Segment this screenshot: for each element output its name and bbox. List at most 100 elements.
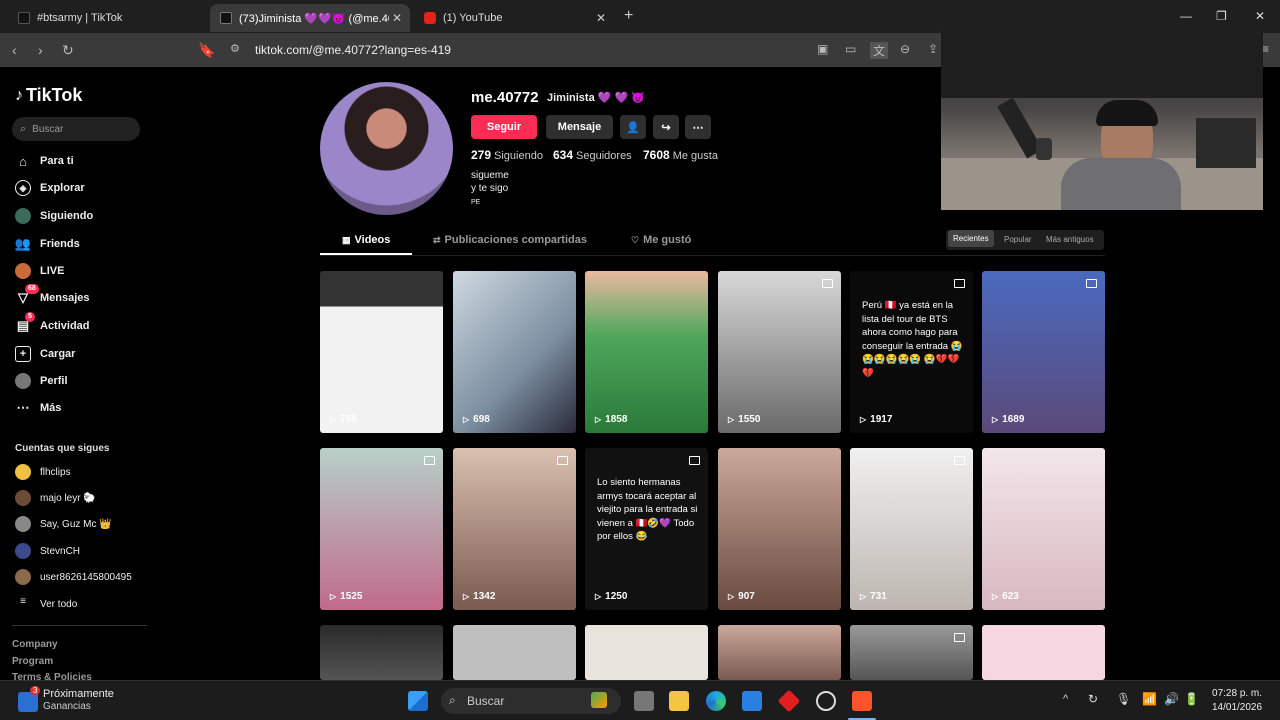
- more-options-icon[interactable]: ⋯: [685, 115, 711, 139]
- tiktok-logo[interactable]: ♪ TikTok: [15, 85, 82, 106]
- video-thumbnail[interactable]: [982, 625, 1105, 680]
- view-count: ▷ 698: [463, 414, 490, 425]
- microphone-icon[interactable]: 🎙: [1116, 692, 1131, 706]
- sidebar-item-friends[interactable]: 👥 Friends: [15, 234, 80, 254]
- windows-start-icon[interactable]: [408, 691, 428, 711]
- url-field[interactable]: tiktok.com/@me.40772?lang=es-419: [255, 43, 451, 57]
- sort-recent[interactable]: Recientes: [948, 230, 994, 247]
- tray-chevron-icon[interactable]: ^: [1063, 693, 1068, 705]
- followed-account[interactable]: StevnCH: [15, 542, 80, 560]
- minimize-button[interactable]: —: [1180, 9, 1192, 23]
- video-thumbnail[interactable]: [453, 625, 576, 680]
- video-thumbnail[interactable]: [718, 625, 841, 680]
- sidebar-item-siguiendo[interactable]: Siguiendo: [15, 206, 93, 226]
- see-all-link[interactable]: ≡ Ver todo: [15, 595, 77, 613]
- window-close-button[interactable]: ✕: [1255, 9, 1265, 23]
- brave-browser-icon[interactable]: [852, 691, 872, 711]
- sidebar-item-live[interactable]: LIVE: [15, 261, 64, 281]
- stat-value: 279: [471, 148, 492, 162]
- video-thumbnail[interactable]: [850, 625, 973, 680]
- close-tab-icon[interactable]: ✕: [392, 11, 402, 25]
- bio-line: sigueme: [471, 170, 509, 181]
- sidebar-item-perfil[interactable]: Perfil: [15, 371, 68, 391]
- sidebar-item-label: Mensajes: [40, 292, 90, 304]
- share-icon[interactable]: ⇪: [928, 42, 938, 56]
- sidebar-item-label: Siguiendo: [40, 210, 94, 222]
- view-count: ▷ 1689: [992, 414, 1024, 425]
- footer-link-program[interactable]: Program: [12, 656, 53, 667]
- video-thumbnail[interactable]: [585, 625, 708, 680]
- task-view-icon[interactable]: [634, 691, 654, 711]
- store-icon[interactable]: [742, 691, 762, 711]
- site-settings-icon[interactable]: ⚙: [230, 42, 240, 55]
- sidebar-item-explorar[interactable]: ◈ Explorar: [15, 178, 85, 198]
- tab-jiminista[interactable]: (73)Jiminista 💜💜😈 (@me.4077 ✕: [210, 4, 410, 32]
- menu-icon[interactable]: ≡: [1262, 42, 1269, 56]
- maximize-button[interactable]: ❐: [1216, 9, 1227, 23]
- followed-account[interactable]: user8626145800495: [15, 568, 132, 586]
- video-thumbnail[interactable]: Lo siento hermanas armys tocará aceptar …: [585, 448, 708, 610]
- video-thumbnail[interactable]: [320, 625, 443, 680]
- footer-link-company[interactable]: Company: [12, 639, 58, 650]
- sidebar-item-para-ti[interactable]: ⌂ Para ti: [15, 151, 74, 171]
- video-thumbnail[interactable]: ▷ 1550: [718, 271, 841, 433]
- zoom-icon[interactable]: ⊖: [900, 42, 910, 56]
- weather-widget-icon[interactable]: [18, 692, 38, 712]
- edge-browser-icon[interactable]: [706, 691, 726, 711]
- followed-account[interactable]: Say, Guz Mc 👑: [15, 515, 112, 533]
- new-tab-button[interactable]: +: [624, 7, 633, 25]
- tab-btsarmy[interactable]: #btsarmy | TikTok: [8, 4, 208, 32]
- battery-icon[interactable]: 🔋: [1184, 692, 1199, 706]
- close-tab-icon[interactable]: ✕: [596, 11, 606, 25]
- forward-icon[interactable]: ›: [38, 42, 43, 58]
- tab-youtube[interactable]: (1) YouTube ✕: [414, 4, 614, 32]
- sidebar-item-actividad[interactable]: ▤ 5 Actividad: [15, 312, 90, 336]
- video-thumbnail[interactable]: ▷ 907: [718, 448, 841, 610]
- video-thumbnail[interactable]: ▷ 1525: [320, 448, 443, 610]
- app-red-icon[interactable]: [777, 689, 801, 713]
- taskbar-clock[interactable]: 07:28 p. m. 14/01/2026: [1212, 687, 1262, 715]
- video-thumbnail[interactable]: ▷ 1689: [982, 271, 1105, 433]
- video-thumbnail[interactable]: ▷ 1858: [585, 271, 708, 433]
- sidebar-item-cargar[interactable]: + Cargar: [15, 344, 75, 364]
- video-thumbnail[interactable]: Perú 🇵🇪 ya está en la lista del tour de …: [850, 271, 973, 433]
- tabs-divider: [320, 255, 1105, 256]
- cast-icon[interactable]: ▭: [845, 42, 856, 56]
- reload-icon[interactable]: ↻: [62, 42, 74, 59]
- widget-title[interactable]: Próximamente: [43, 688, 114, 700]
- followed-account[interactable]: flhclips: [15, 463, 71, 481]
- tray-app-icon[interactable]: ↻: [1088, 692, 1098, 706]
- tiktok-note-icon: ♪: [15, 86, 23, 104]
- follow-button[interactable]: Seguir: [471, 115, 537, 139]
- following-avatar-icon: [15, 208, 31, 224]
- add-friend-icon[interactable]: 👤: [620, 115, 646, 139]
- sidebar-item-mensajes[interactable]: ▽ 68 Mensajes: [15, 284, 90, 308]
- video-thumbnail[interactable]: ▷ 759: [320, 271, 443, 433]
- message-button[interactable]: Mensaje: [546, 115, 613, 139]
- tab-reposts[interactable]: ⇄ Publicaciones compartidas: [433, 234, 587, 246]
- app-circle-icon[interactable]: [816, 691, 836, 711]
- sidebar-item-mas[interactable]: ⋯ Más: [15, 398, 62, 418]
- video-thumbnail[interactable]: ▷ 1342: [453, 448, 576, 610]
- video-thumbnail[interactable]: ▷ 698: [453, 271, 576, 433]
- search-input[interactable]: ⌕ Buscar: [12, 117, 140, 141]
- back-icon[interactable]: ‹: [12, 42, 17, 58]
- file-explorer-icon[interactable]: [669, 691, 689, 711]
- wifi-icon[interactable]: 📶: [1142, 692, 1157, 706]
- share-profile-icon[interactable]: ↪: [653, 115, 679, 139]
- tab-videos[interactable]: ▦ Videos: [342, 234, 390, 246]
- video-thumbnail[interactable]: ▷ 623: [982, 448, 1105, 610]
- volume-icon[interactable]: 🔊: [1164, 692, 1179, 706]
- followed-account[interactable]: majo leyr 🐑: [15, 489, 96, 507]
- sort-popular[interactable]: Popular: [1004, 235, 1032, 244]
- bookmark-icon[interactable]: 🔖: [198, 42, 215, 59]
- video-thumbnail[interactable]: ▷ 731: [850, 448, 973, 610]
- tab-liked[interactable]: ♡ Me gustó: [631, 234, 691, 246]
- translate-icon[interactable]: 文: [870, 42, 889, 59]
- sort-oldest[interactable]: Más antiguos: [1046, 235, 1094, 244]
- activity-badge: 5: [25, 312, 35, 322]
- stat-following[interactable]: 279 Siguiendo: [471, 148, 543, 162]
- media-icon[interactable]: ▣: [817, 42, 828, 56]
- taskbar-search-input[interactable]: ⌕ Buscar: [441, 688, 621, 714]
- stat-followers[interactable]: 634 Seguidores: [553, 148, 632, 162]
